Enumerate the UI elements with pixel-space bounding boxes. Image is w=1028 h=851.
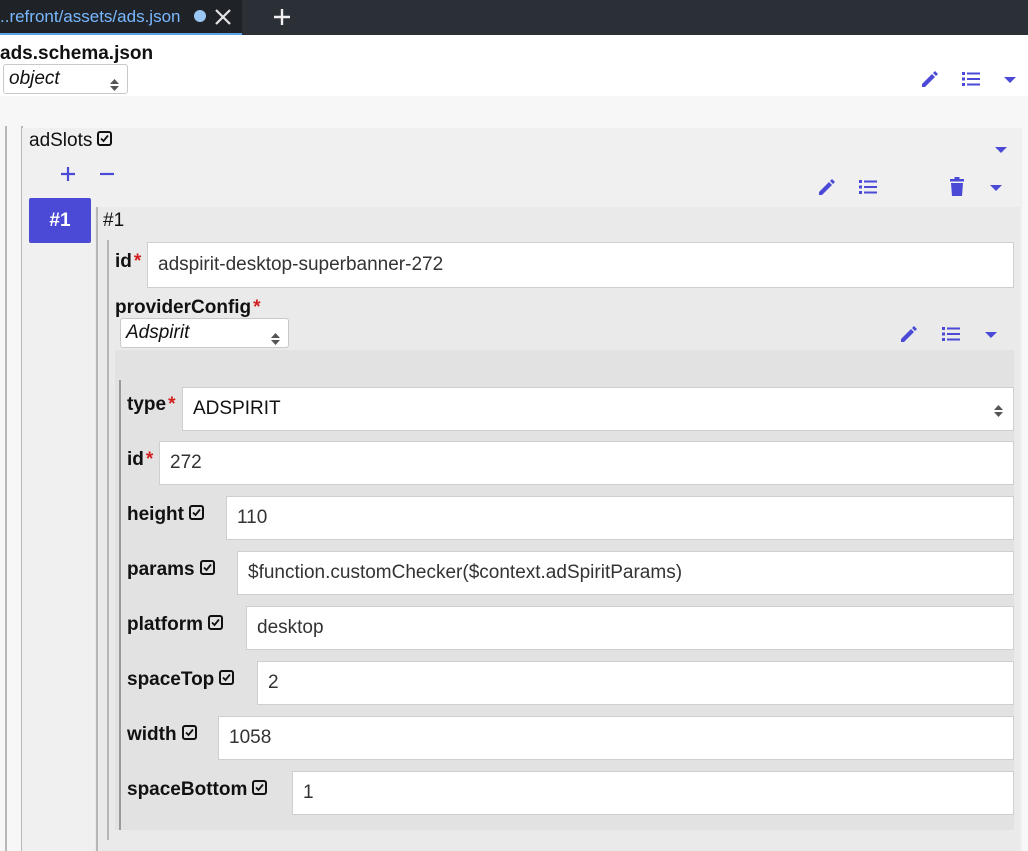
remove-item-button[interactable] [97,164,117,184]
checkbox-icon[interactable] [199,560,215,576]
adslots-label-text: adSlots [29,130,93,151]
required-marker: * [253,297,261,318]
adslots-label: adSlots [29,130,113,152]
params-field-label: params [127,559,215,581]
spacetop-value: 2 [268,672,279,693]
provider-id-label: id * [127,449,153,471]
provider-select[interactable]: Adspirit [120,318,289,348]
checkbox-icon[interactable] [219,670,235,686]
item-fields-indent-line [107,240,109,840]
height-input[interactable]: 110 [226,496,1014,540]
list-icon[interactable] [857,176,879,198]
spacetop-field-label: spaceTop [127,669,235,691]
select-arrows-icon [271,327,280,345]
spacetop-input[interactable]: 2 [257,661,1014,705]
platform-label-text: platform [127,614,203,635]
root-indent-line [5,126,7,851]
select-arrows-icon [110,73,119,91]
checkbox-icon[interactable] [97,131,113,147]
required-marker: * [133,251,142,272]
item-title: #1 [103,210,125,231]
required-marker: * [168,394,176,415]
height-value: 110 [237,507,268,528]
params-input[interactable]: $function.customChecker($context.adSpiri… [237,551,1014,595]
provider-id-value: 272 [170,452,202,473]
tab-bar: ..refront/assets/ads.json [0,0,1028,35]
edit-pencil-icon[interactable] [816,176,838,198]
spacetop-label-text: spaceTop [127,669,215,690]
item-index-button[interactable]: #1 [29,198,91,243]
platform-input[interactable]: desktop [246,606,1014,650]
type-select[interactable]: object [3,64,128,94]
provider-select-value: Adspirit [126,322,190,343]
plus-icon[interactable] [272,6,292,28]
id-input[interactable]: adspirit-desktop-superbanner-272 [147,242,1014,288]
editor-tab[interactable]: ..refront/assets/ads.json [0,0,242,35]
type-label-text: type [127,394,167,415]
provider-label-text: providerConfig [115,297,252,318]
spacebottom-value: 1 [303,782,314,803]
required-marker: * [145,449,154,470]
width-value: 1058 [229,727,272,748]
type-select-value: ADSPIRIT [193,398,281,419]
type-select[interactable]: ADSPIRIT [182,387,1014,431]
tab-title: ..refront/assets/ads.json [0,7,181,26]
unsaved-dot-icon [194,10,206,22]
spacebottom-field-label: spaceBottom [127,779,268,801]
close-icon[interactable] [214,7,232,27]
platform-field-label: platform [127,614,223,636]
checkbox-icon[interactable] [181,725,197,741]
provider-config-label: providerConfig * [115,297,261,319]
height-label-text: height [127,504,184,525]
chevron-down-icon[interactable] [1000,70,1020,88]
type-select-value: object [9,68,60,89]
chevron-down-icon[interactable] [981,325,1001,343]
chevron-down-icon[interactable] [991,140,1011,158]
checkbox-icon[interactable] [189,505,204,521]
width-input[interactable]: 1058 [218,716,1014,760]
chevron-down-icon[interactable] [986,178,1006,196]
spacebottom-input[interactable]: 1 [292,771,1014,815]
params-value: $function.customChecker($context.adSpiri… [248,562,683,583]
checkbox-icon[interactable] [208,615,223,631]
params-label-text: params [127,559,195,580]
provider-id-input[interactable]: 272 [159,441,1014,485]
list-icon[interactable] [940,323,962,345]
id-label-text: id [115,251,132,272]
width-field-label: width [127,724,197,746]
platform-value: desktop [257,617,324,638]
checkbox-icon[interactable] [252,780,268,796]
spacebottom-label-text: spaceBottom [127,779,248,800]
provider-id-label-text: id [127,449,144,470]
trash-icon[interactable] [946,176,968,198]
id-field-label: id * [115,251,141,273]
edit-pencil-icon[interactable] [919,68,941,90]
type-field-label: type * [127,394,175,416]
provider-indent-line [119,380,121,830]
height-field-label: height [127,504,204,526]
select-arrows-icon [994,402,1003,417]
list-icon[interactable] [960,68,982,90]
edit-pencil-icon[interactable] [898,323,920,345]
width-label-text: width [127,724,177,745]
item-indent-line [96,207,98,851]
id-input-value: adspirit-desktop-superbanner-272 [158,254,444,275]
schema-title: ads.schema.json [0,43,154,64]
add-item-button[interactable] [58,164,78,184]
